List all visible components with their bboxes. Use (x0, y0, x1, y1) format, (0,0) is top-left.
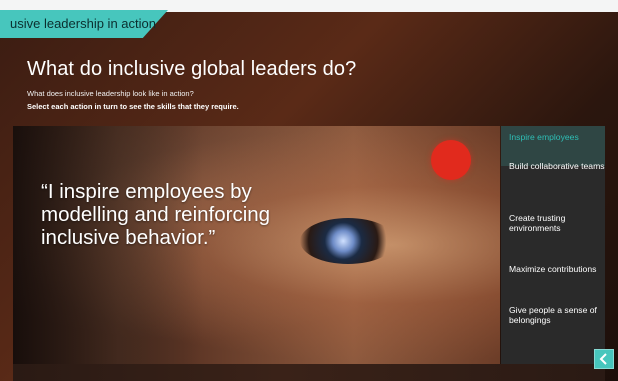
menu-item-maximize-contributions[interactable]: Maximize contributions (509, 264, 605, 274)
menu-item-create-trusting-environments[interactable]: Create trusting environments (509, 213, 605, 233)
menu-item-give-people-sense-belonging[interactable]: Give people a sense of belongings (509, 305, 605, 325)
bindi (431, 140, 471, 180)
action-menu: Inspire employees Build collaborative te… (501, 126, 605, 364)
instruction-text: Select each action in turn to see the sk… (27, 102, 239, 111)
page-subtitle: What does inclusive leadership look like… (27, 89, 194, 98)
quote-text: “I inspire employees by modelling and re… (41, 180, 271, 249)
course-frame: usive leadership in action What do inclu… (0, 0, 618, 381)
bottom-bar (13, 364, 605, 381)
module-tab-label: usive leadership in action (10, 16, 156, 31)
eye (300, 218, 396, 264)
page-title: What do inclusive global leaders do? (27, 58, 357, 80)
menu-item-inspire-employees[interactable]: Inspire employees (509, 132, 605, 142)
chevron-left-icon (599, 353, 607, 365)
menu-item-build-collaborative-teams[interactable]: Build collaborative teams (509, 161, 605, 171)
portrait-photo: “I inspire employees by modelling and re… (13, 126, 500, 364)
back-button[interactable] (594, 349, 614, 369)
